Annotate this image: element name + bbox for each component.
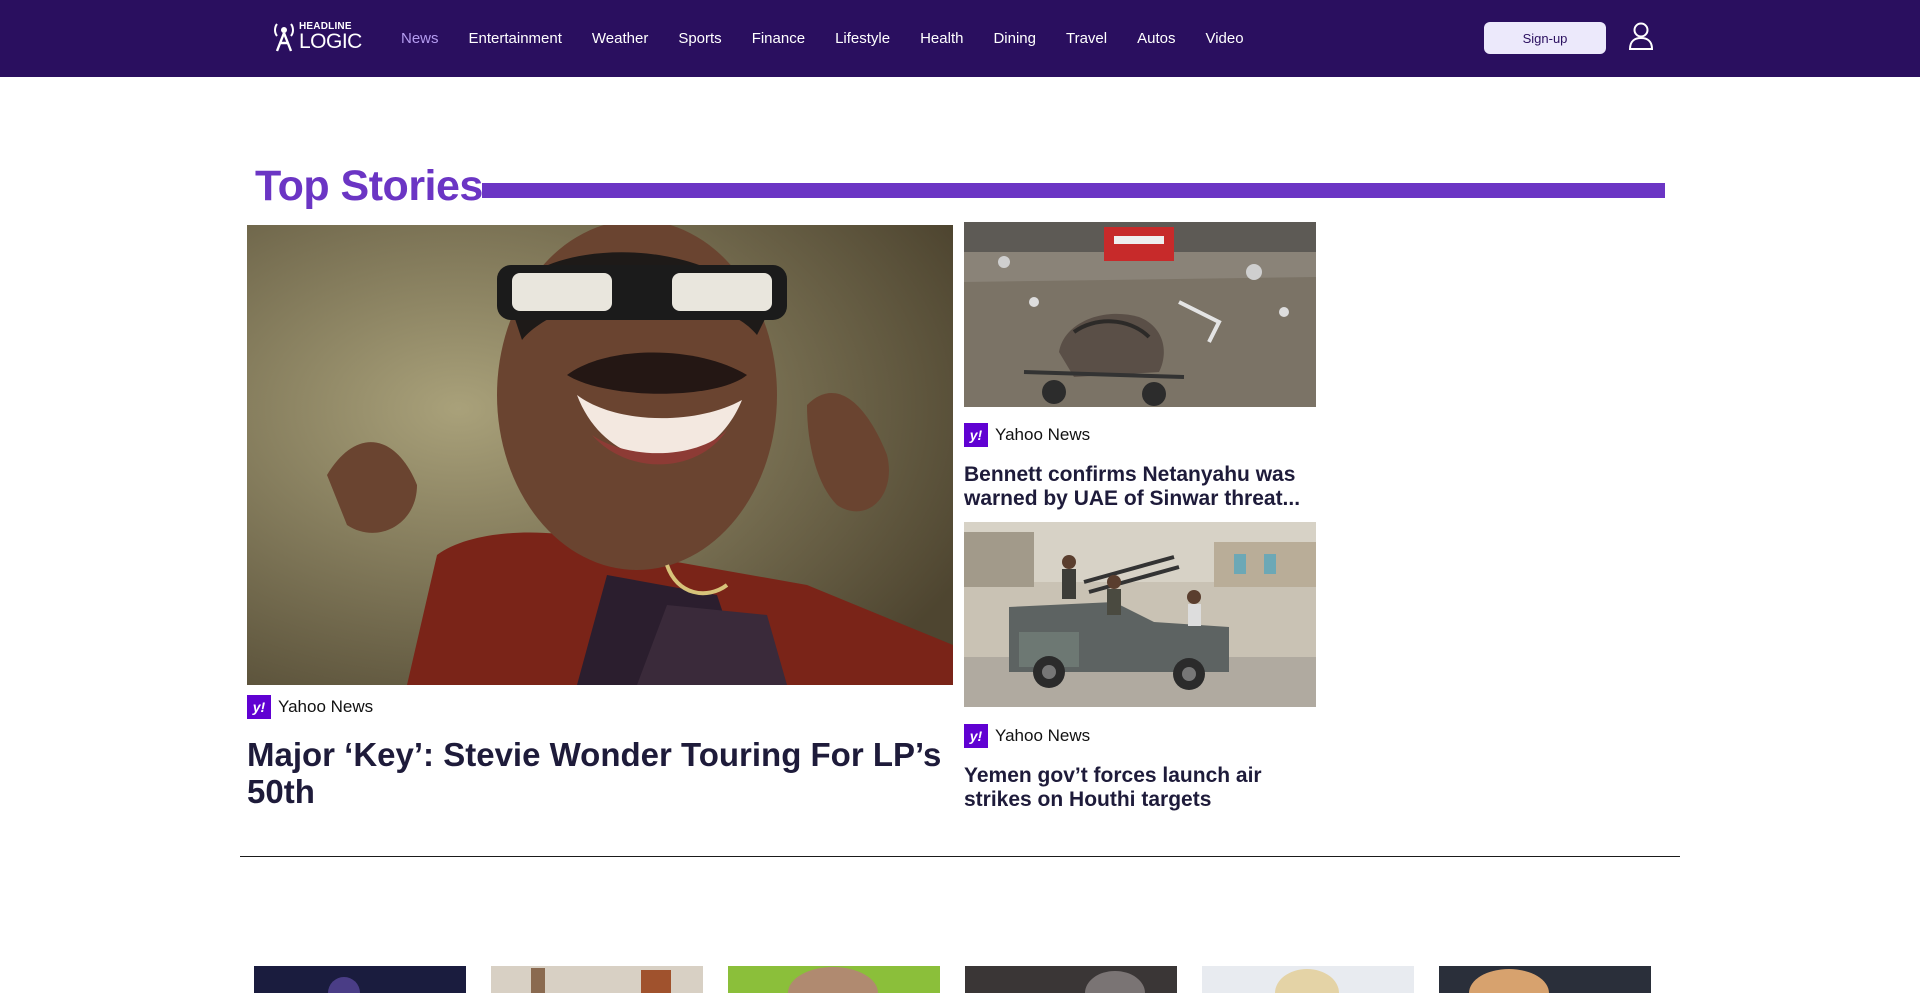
side-story-2-source: y! Yahoo News [964, 724, 1090, 748]
nav-item-dining[interactable]: Dining [993, 30, 1036, 47]
nav-item-sports[interactable]: Sports [678, 30, 721, 47]
thumbnail-3[interactable] [728, 966, 940, 993]
nav-item-health[interactable]: Health [920, 30, 963, 47]
main-nav: News Entertainment Weather Sports Financ… [401, 0, 1274, 77]
site-logo[interactable]: HEADLINE LOGIC [272, 20, 362, 54]
logo-wordmark: HEADLINE LOGIC [299, 22, 362, 53]
thumbnail-2[interactable] [491, 966, 703, 993]
source-name: Yahoo News [995, 425, 1091, 444]
side-story-2-image[interactable] [964, 522, 1316, 707]
thumbnail-4[interactable] [965, 966, 1177, 993]
section-title-rule [482, 183, 1665, 198]
thumbnail-1[interactable] [254, 966, 466, 993]
main-story-headline[interactable]: Major ‘Key’: Stevie Wonder Touring For L… [247, 736, 967, 810]
source-name: Yahoo News [278, 697, 374, 716]
logo-bottom-text: LOGIC [299, 30, 362, 53]
main-story-image[interactable] [247, 225, 953, 685]
section-divider [240, 856, 1680, 857]
user-icon[interactable] [1628, 22, 1654, 50]
nav-item-finance[interactable]: Finance [752, 30, 805, 47]
nav-item-weather[interactable]: Weather [592, 30, 648, 47]
thumbnail-5[interactable] [1202, 966, 1414, 993]
side-story-1-headline[interactable]: Bennett confirms Netanyahu was warned by… [964, 463, 1316, 511]
side-story-1-image[interactable] [964, 222, 1316, 407]
yahoo-news-logo-icon: y! [247, 695, 271, 719]
nav-item-news[interactable]: News [401, 30, 439, 47]
section-title: Top Stories [255, 162, 483, 210]
yahoo-news-logo-icon: y! [964, 724, 988, 748]
main-story-source: y! Yahoo News [247, 695, 373, 719]
antenna-logo-icon [272, 21, 296, 53]
thumbnail-6[interactable] [1439, 966, 1651, 993]
side-story-2-headline[interactable]: Yemen gov’t forces launch air strikes on… [964, 764, 1316, 812]
source-name: Yahoo News [995, 726, 1091, 745]
nav-item-video[interactable]: Video [1205, 30, 1243, 47]
nav-item-travel[interactable]: Travel [1066, 30, 1107, 47]
nav-item-autos[interactable]: Autos [1137, 30, 1175, 47]
signup-button[interactable]: Sign-up [1484, 22, 1606, 54]
nav-item-lifestyle[interactable]: Lifestyle [835, 30, 890, 47]
side-story-1-source: y! Yahoo News [964, 423, 1090, 447]
nav-item-entertainment[interactable]: Entertainment [469, 30, 562, 47]
top-navigation-bar: HEADLINE LOGIC News Entertainment Weathe… [0, 0, 1920, 77]
yahoo-news-logo-icon: y! [964, 423, 988, 447]
